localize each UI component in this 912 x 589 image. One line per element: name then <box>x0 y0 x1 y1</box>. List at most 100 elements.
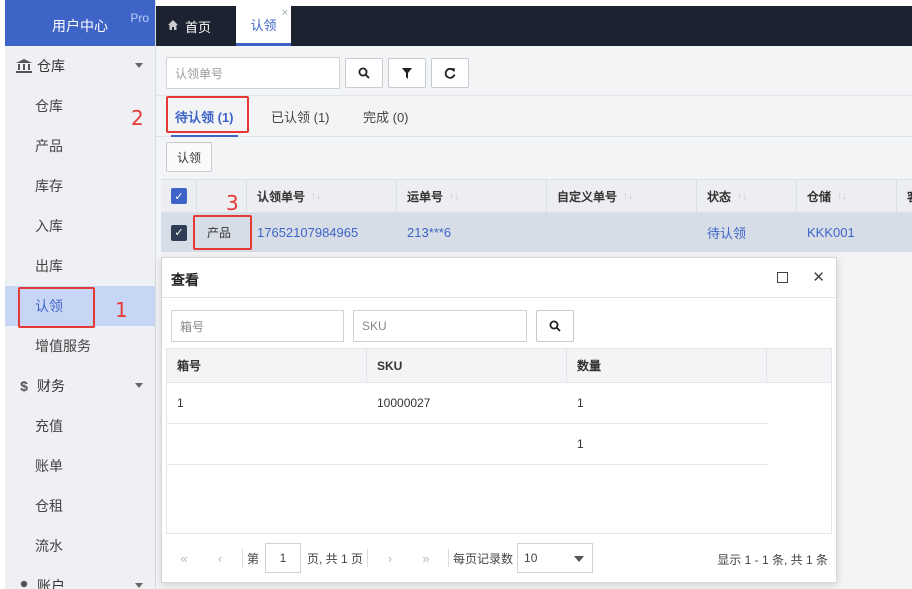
row-claim-no[interactable]: 17652107984965 <box>247 213 397 252</box>
sidebar-item-flow[interactable]: 流水 <box>5 526 155 566</box>
close-icon[interactable]: ✕ <box>812 268 825 286</box>
search-icon <box>549 320 561 332</box>
dialog-search-button[interactable] <box>536 310 574 342</box>
sidebar-item-bill[interactable]: 账单 <box>5 446 155 486</box>
annotation-box-3 <box>193 215 252 250</box>
toolbar: 认领单号 <box>156 46 912 96</box>
header-quantity: 数量 <box>567 349 767 382</box>
sku-input[interactable]: SKU <box>353 310 527 342</box>
sidebar-group-label: 财务 <box>37 378 65 394</box>
search-icon <box>358 67 370 79</box>
pagination: « ‹ 第 1 页, 共 1 页 › » 每页记录数 10 显示 1 - 1 条… <box>166 538 832 578</box>
sidebar-item-recharge[interactable]: 充值 <box>5 406 155 446</box>
header-customer[interactable]: 客 <box>897 180 912 212</box>
tab-home[interactable]: 首页 <box>168 6 211 46</box>
top-tab-bar: 首页 认领 × <box>156 6 912 46</box>
brand-title: 用户中心 <box>52 18 108 34</box>
annotation-box-1 <box>18 287 95 328</box>
cell-box-no <box>167 424 177 464</box>
chevron-down-icon <box>135 383 143 388</box>
pager-info: 显示 1 - 1 条, 共 1 条 <box>717 553 828 567</box>
search-button[interactable] <box>345 58 383 88</box>
header-tracking-no[interactable]: 运单号 ↑↓ <box>397 180 547 212</box>
sidebar-item-product[interactable]: 产品 <box>5 126 155 166</box>
next-page-icon[interactable]: › <box>372 551 408 566</box>
dollar-icon: $ <box>20 378 28 394</box>
bank-icon <box>15 59 33 73</box>
sidebar-group-label: 账户 <box>37 578 65 589</box>
first-page-icon[interactable]: « <box>166 551 202 566</box>
box-sku-table: 箱号 SKU 数量 1 10000027 1 1 <box>166 348 832 534</box>
sort-icon: ↑↓ <box>311 190 322 202</box>
sidebar-group-finance[interactable]: $ 财务 <box>5 366 155 406</box>
header-product <box>197 180 247 212</box>
sidebar-item-inbound[interactable]: 入库 <box>5 206 155 246</box>
tab-completed[interactable]: 完成 (0) <box>363 96 409 137</box>
divider <box>242 549 243 567</box>
annotation-box-2 <box>166 96 249 133</box>
table-row[interactable]: ✓ 产品 17652107984965 213***6 待认领 KKK001 <box>161 213 912 252</box>
select-all-checkbox[interactable]: ✓ <box>171 188 187 204</box>
header-warehouse[interactable]: 仓储 ↑↓ <box>797 180 897 212</box>
row-checkbox[interactable]: ✓ <box>171 224 187 241</box>
sidebar-group-label: 仓库 <box>37 58 65 74</box>
sidebar-item-storage-rent[interactable]: 仓租 <box>5 486 155 526</box>
tab-home-label: 首页 <box>185 19 212 35</box>
claim-button[interactable]: 认领 <box>166 142 212 172</box>
header-box-no: 箱号 <box>167 349 367 382</box>
view-dialog: 查看 ✕ 箱号 SKU 箱号 SKU 数量 1 10000027 1 1 « ‹… <box>161 257 837 583</box>
cell-quantity: 1 <box>577 396 584 410</box>
tab-claimed[interactable]: 已认领 (1) <box>271 96 330 137</box>
sidebar-group-warehouse[interactable]: 仓库 <box>5 46 155 86</box>
divider <box>367 549 369 567</box>
cell-sku: 10000027 <box>377 396 431 410</box>
header-claim-no[interactable]: 认领单号 ↑↓ <box>247 180 397 212</box>
header-custom-no[interactable]: 自定义单号 ↑↓ <box>547 180 697 212</box>
per-page-label: 每页记录数 <box>453 551 514 566</box>
page-size-select[interactable]: 10 <box>517 543 594 573</box>
row-status: 待认领 <box>707 226 747 241</box>
chevron-down-icon <box>135 583 143 588</box>
home-icon <box>168 19 178 33</box>
sort-icon: ↑↓ <box>837 190 848 202</box>
claim-table: ✓ 认领单号↑↓ 运单号↑↓ 自定义单号↑↓ 状态↑↓ 仓储↑↓ 客 ✓ 产品 … <box>161 179 912 252</box>
sort-icon: ↑↓ <box>449 190 460 202</box>
page-size-value: 10 <box>524 551 538 565</box>
brand-badge: Pro <box>130 11 149 25</box>
row-custom-no <box>547 213 697 252</box>
brand-header: 用户中心 Pro <box>5 0 155 46</box>
user-icon <box>15 580 33 589</box>
status-tabs: 待认领 (1) 已认领 (1) 完成 (0) <box>156 96 912 137</box>
annotation-number-2: 2 <box>131 106 144 130</box>
claim-no-search-input[interactable]: 认领单号 <box>166 57 340 89</box>
sidebar-group-account[interactable]: 账户 <box>5 566 155 589</box>
last-page-icon[interactable]: » <box>408 551 444 566</box>
row-warehouse: KKK001 <box>807 225 855 240</box>
page-prefix: 第 <box>247 551 260 566</box>
annotation-number-1: 1 <box>115 298 128 322</box>
sort-icon: ↑↓ <box>623 190 634 202</box>
divider <box>448 549 450 567</box>
tab-claim[interactable]: 认领 × <box>236 6 291 46</box>
box-no-input[interactable]: 箱号 <box>171 310 344 342</box>
header-status[interactable]: 状态 ↑↓ <box>697 180 797 212</box>
refresh-icon <box>444 67 456 79</box>
cell-sku <box>367 424 377 464</box>
maximize-icon[interactable] <box>777 272 788 283</box>
prev-page-icon[interactable]: ‹ <box>202 551 238 566</box>
page-suffix: 页, 共 1 页 <box>307 551 364 566</box>
sidebar-item-inventory[interactable]: 库存 <box>5 166 155 206</box>
select-all-cell: ✓ <box>161 180 197 212</box>
sidebar-item-outbound[interactable]: 出库 <box>5 246 155 286</box>
refresh-button[interactable] <box>431 58 469 88</box>
page-number-input[interactable]: 1 <box>265 543 302 573</box>
filter-button[interactable] <box>388 58 426 88</box>
table-header: ✓ 认领单号↑↓ 运单号↑↓ 自定义单号↑↓ 状态↑↓ 仓储↑↓ 客 <box>161 179 912 213</box>
row-select-cell: ✓ <box>161 213 197 252</box>
chevron-down-icon <box>135 63 143 68</box>
chevron-down-icon <box>574 556 585 562</box>
close-icon[interactable]: × <box>282 7 288 19</box>
row-tracking-no[interactable]: 213***6 <box>397 213 547 252</box>
tab-claim-label: 认领 <box>250 18 277 33</box>
sidebar-item-value-added[interactable]: 增值服务 <box>5 326 155 366</box>
